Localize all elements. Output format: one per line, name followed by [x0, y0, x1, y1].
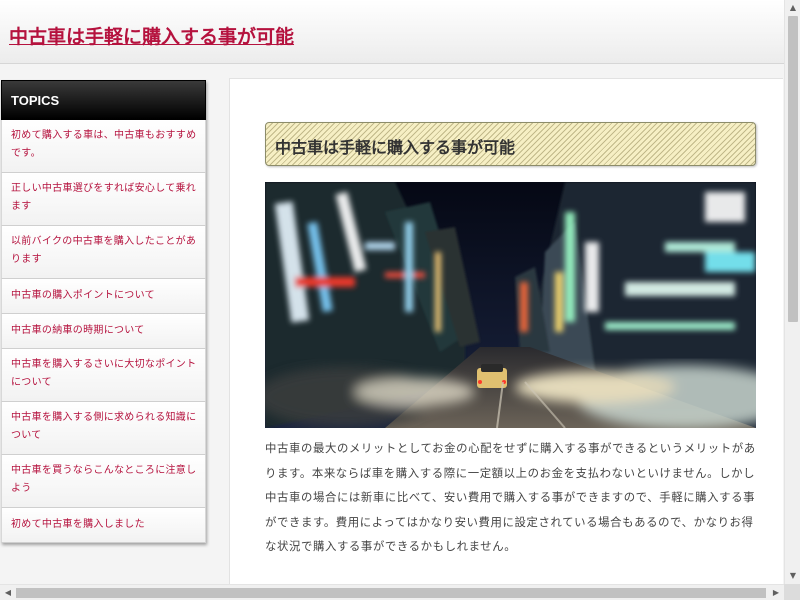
sidebar-item-delivery-timing[interactable]: 中古車の納車の時期について: [1, 314, 206, 349]
topics-heading: TOPICS: [1, 80, 206, 120]
scrollbar-corner: [784, 584, 800, 600]
scroll-down-icon[interactable]: ▼: [785, 568, 800, 584]
vertical-scroll-thumb[interactable]: [788, 16, 798, 322]
horizontal-scroll-thumb[interactable]: [16, 588, 766, 598]
sidebar-item-correct-choice[interactable]: 正しい中古車選びをすれば安心して乗れます: [1, 173, 206, 226]
horizontal-scrollbar[interactable]: ◀ ▶: [0, 584, 784, 600]
site-header: 中古車は手軽に購入する事が可能: [0, 0, 784, 64]
scroll-right-icon[interactable]: ▶: [768, 585, 784, 600]
city-night-image: [265, 182, 756, 428]
sidebar-item-important-points[interactable]: 中古車を購入するさいに大切なポイントについて: [1, 349, 206, 402]
article-title-box: 中古車は手軽に購入する事が可能: [265, 122, 756, 166]
scroll-left-icon[interactable]: ◀: [0, 585, 16, 600]
scroll-up-icon[interactable]: ▲: [785, 0, 800, 16]
sidebar-topics: TOPICS 初めて購入する車は、中古車もおすすめです。 正しい中古車選びをすれ…: [1, 80, 206, 543]
sidebar-item-required-knowledge[interactable]: 中古車を購入する側に求められる知識について: [1, 402, 206, 455]
sidebar-item-motorbike[interactable]: 以前バイクの中古車を購入したことがあります: [1, 226, 206, 279]
sidebar-item-first-car[interactable]: 初めて購入する車は、中古車もおすすめです。: [1, 120, 206, 173]
article-paragraph: 中古車の最大のメリットとしてお金の心配をせずに購入する事ができるというメリットが…: [265, 441, 756, 554]
site-title-link[interactable]: 中古車は手軽に購入する事が可能: [9, 22, 294, 49]
sidebar-item-first-purchase[interactable]: 初めて中古車を購入しました: [1, 508, 206, 543]
article-title: 中古車は手軽に購入する事が可能: [275, 138, 516, 157]
vertical-scrollbar[interactable]: ▲ ▼: [784, 0, 800, 584]
city-street-photo: [265, 182, 756, 428]
sidebar-item-purchase-points[interactable]: 中古車の購入ポイントについて: [1, 279, 206, 314]
main-content: 中古車は手軽に購入する事が可能 中古車の最大のメリットとしてお金の心配をせずに購…: [229, 78, 783, 598]
sidebar-item-cautions[interactable]: 中古車を買うならこんなところに注意しよう: [1, 455, 206, 508]
